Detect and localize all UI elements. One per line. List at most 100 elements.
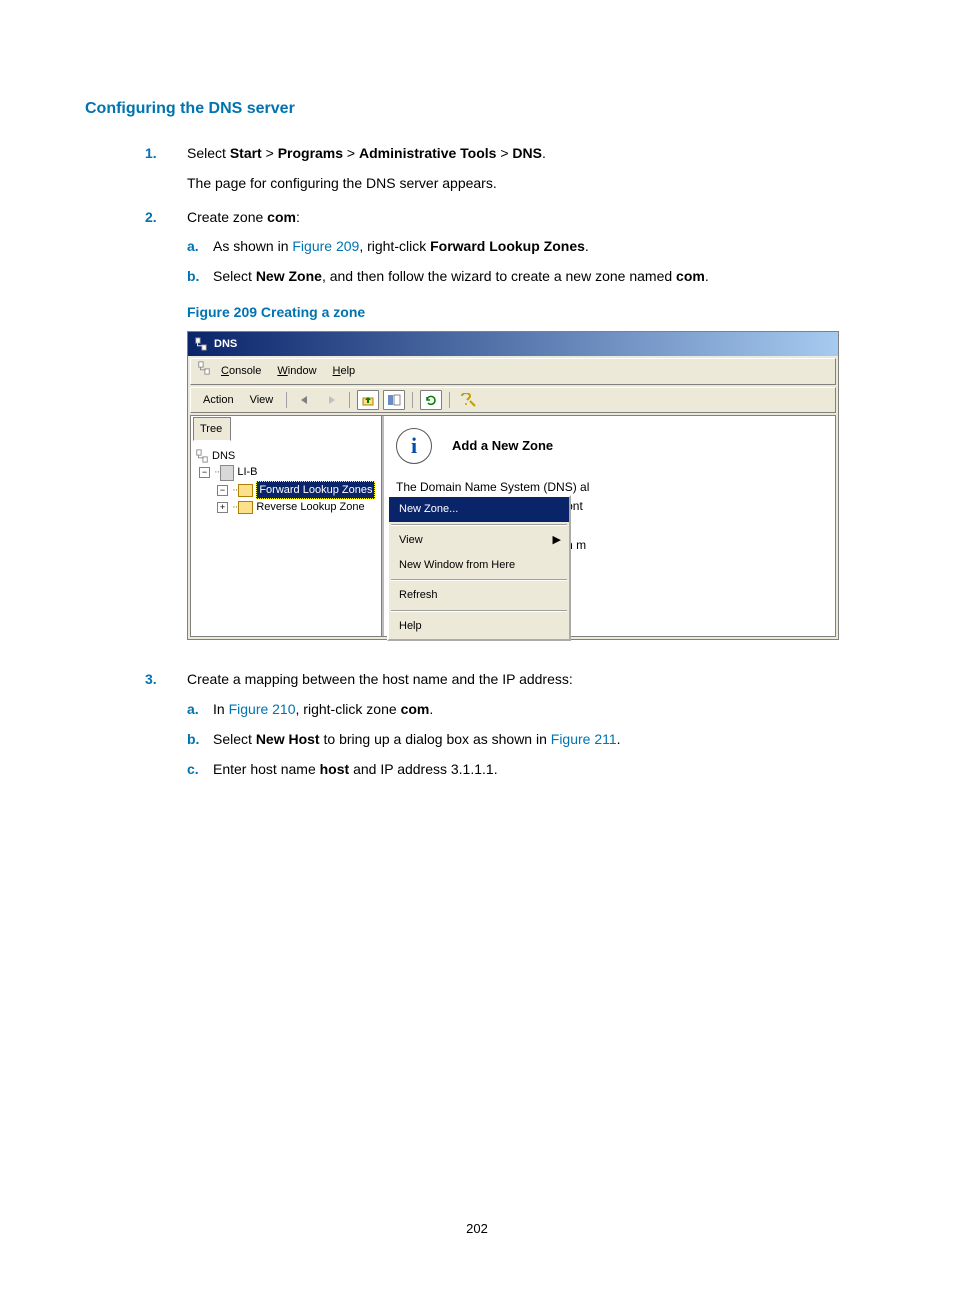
back-icon[interactable]	[294, 390, 316, 410]
ctx-new-zone[interactable]: New Zone...	[389, 497, 569, 522]
step-marker: 2.	[145, 206, 157, 230]
bold-com: com	[267, 209, 296, 225]
dns-mmc-window: DNS Console Window Help Action View	[187, 331, 839, 640]
alpha-list: a. As shown in Figure 209, right-click F…	[187, 235, 869, 289]
bold-host: host	[320, 761, 350, 777]
step-subtext: The page for configuring the DNS server …	[187, 172, 869, 196]
text: to bring up a dialog box as shown in	[320, 731, 551, 747]
page: Configuring the DNS server 1. Select Sta…	[0, 0, 954, 1296]
tree-rlz[interactable]: +·· Reverse Lookup Zone	[195, 499, 377, 516]
tree-tab[interactable]: Tree	[193, 417, 231, 441]
step-3: 3. Create a mapping between the host nam…	[145, 668, 869, 781]
step-2a: a. As shown in Figure 209, right-click F…	[187, 235, 869, 259]
step-text: Select Start > Programs > Administrative…	[187, 145, 546, 161]
tree-server[interactable]: −·· LI-B	[195, 464, 377, 481]
ctx-new-window[interactable]: New Window from Here	[389, 553, 569, 578]
toolbar-action[interactable]: Action	[197, 391, 240, 410]
dns-app-icon	[197, 361, 211, 382]
tree-flz[interactable]: −·· Forward Lookup Zones	[195, 481, 377, 500]
show-hide-icon[interactable]	[383, 390, 405, 410]
text: Select	[187, 145, 230, 161]
tree: DNS −·· LI-B −·· Forward Lookup Zones	[191, 442, 381, 522]
folder-icon	[238, 484, 253, 497]
text: Select	[213, 731, 256, 747]
forward-icon[interactable]	[320, 390, 342, 410]
ordered-steps: 1. Select Start > Programs > Administrat…	[145, 142, 869, 781]
info-icon: i	[396, 428, 432, 464]
figure-link[interactable]: Figure 211	[551, 731, 617, 747]
text: .	[542, 145, 546, 161]
alpha-marker: a.	[187, 235, 199, 259]
tree-label: LI-B	[237, 464, 257, 481]
figure-caption: Figure 209 Creating a zone	[187, 301, 869, 325]
titlebar: DNS	[188, 332, 838, 357]
text: , right-click zone	[296, 701, 401, 717]
menu-help[interactable]: Help	[327, 362, 362, 381]
text: Select	[213, 268, 256, 284]
menu-console[interactable]: Console	[215, 362, 267, 381]
collapse-icon[interactable]: −	[199, 467, 210, 478]
bold-admin-tools: Administrative Tools	[359, 145, 496, 161]
ctx-view[interactable]: View ▶	[389, 528, 569, 553]
menu-window[interactable]: Window	[271, 362, 322, 381]
tree-label-selected: Forward Lookup Zones	[256, 481, 375, 500]
help-icon[interactable]	[457, 390, 479, 410]
expand-icon[interactable]: +	[217, 502, 228, 513]
context-menu: New Zone... View ▶ New Window from Here …	[387, 495, 571, 640]
alpha-list: a. In Figure 210, right-click zone com. …	[187, 698, 869, 781]
ctx-refresh[interactable]: Refresh	[389, 583, 569, 608]
server-icon	[220, 465, 234, 481]
step-marker: 3.	[145, 668, 157, 692]
refresh-icon[interactable]	[420, 390, 442, 410]
info-title: Add a New Zone	[452, 435, 553, 457]
text: .	[705, 268, 709, 284]
tree-line: ··	[214, 464, 219, 481]
toolbar-view[interactable]: View	[244, 391, 280, 410]
toolbar-separator	[286, 392, 287, 408]
ctx-separator	[391, 579, 567, 581]
bold-start: Start	[230, 145, 262, 161]
figure-link[interactable]: Figure 209	[292, 238, 359, 254]
tree-label: DNS	[212, 448, 235, 465]
titlebar-text: DNS	[214, 335, 237, 354]
text: >	[496, 145, 512, 161]
up-folder-icon[interactable]	[357, 390, 379, 410]
folder-icon	[238, 501, 253, 514]
tree-pane: Tree DNS −·· LI-B	[191, 416, 382, 636]
tree-label: Reverse Lookup Zone	[256, 499, 364, 516]
ctx-separator	[391, 610, 567, 612]
submenu-arrow-icon: ▶	[553, 531, 561, 550]
collapse-icon[interactable]: −	[217, 485, 228, 496]
ctx-separator	[391, 524, 567, 526]
step-1: 1. Select Start > Programs > Administrat…	[145, 142, 869, 196]
text: >	[262, 145, 278, 161]
text: In	[213, 701, 229, 717]
text: Enter host name	[213, 761, 320, 777]
bold-dns: DNS	[512, 145, 542, 161]
step-text: Create a mapping between the host name a…	[187, 671, 573, 687]
text: .	[617, 731, 621, 747]
tree-root[interactable]: DNS	[195, 448, 377, 465]
figure-link[interactable]: Figure 210	[229, 701, 296, 717]
ctx-label: View	[399, 534, 423, 546]
text: As shown in	[213, 238, 292, 254]
tree-line: ··	[232, 482, 237, 499]
bold-flz: Forward Lookup Zones	[430, 238, 585, 254]
dns-app-icon	[194, 337, 208, 351]
dns-root-icon	[195, 449, 209, 463]
alpha-marker: b.	[187, 728, 199, 752]
step-text: Create zone com:	[187, 209, 300, 225]
step-2b: b. Select New Zone, and then follow the …	[187, 265, 869, 289]
text: .	[585, 238, 589, 254]
menubar: Console Window Help	[190, 358, 836, 385]
text: :	[296, 209, 300, 225]
bold-com: com	[676, 268, 705, 284]
alpha-marker: a.	[187, 698, 199, 722]
step-3b: b. Select New Host to bring up a dialog …	[187, 728, 869, 752]
text: Create zone	[187, 209, 267, 225]
bold-programs: Programs	[278, 145, 343, 161]
bold-new-zone: New Zone	[256, 268, 322, 284]
bold-new-host: New Host	[256, 731, 320, 747]
toolbar-separator	[349, 392, 350, 408]
ctx-help[interactable]: Help	[389, 614, 569, 639]
